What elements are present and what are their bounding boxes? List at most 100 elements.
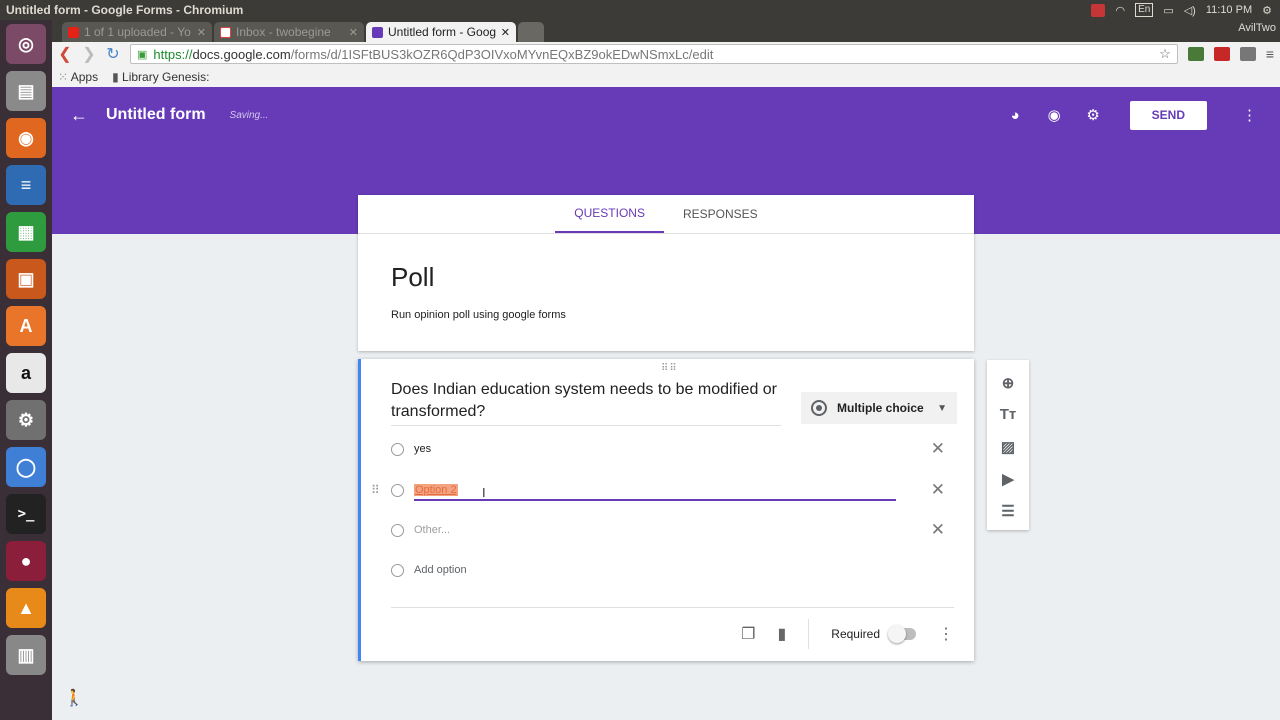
wifi-icon[interactable]: ◠ bbox=[1115, 4, 1125, 17]
extension-icon[interactable] bbox=[1213, 47, 1230, 61]
add-option-row[interactable]: Add option bbox=[391, 559, 951, 581]
back-arrow-icon[interactable]: ← bbox=[52, 105, 106, 126]
battery-icon[interactable]: ▭ bbox=[1163, 4, 1173, 17]
option-input[interactable]: Option 2 bbox=[414, 484, 458, 496]
bookmark-icon: ▮ bbox=[112, 69, 123, 84]
close-tab-icon[interactable]: ✕ bbox=[501, 26, 510, 39]
duplicate-icon[interactable]: ❐ bbox=[741, 624, 755, 644]
bookmark-star-icon[interactable]: ☆ bbox=[1159, 46, 1171, 62]
browser-tab-youtube[interactable]: 1 of 1 uploaded - Yo ✕ bbox=[62, 22, 212, 42]
settings-gear-icon[interactable]: ⚙ bbox=[1081, 103, 1106, 128]
question-card[interactable]: ⠿⠿ Does Indian education system needs to… bbox=[358, 359, 974, 661]
workspace-icon[interactable]: ▥ bbox=[6, 635, 46, 675]
bookmark-apps[interactable]: ⁙ Apps bbox=[58, 70, 98, 84]
volume-icon[interactable]: ◁) bbox=[1184, 4, 1196, 17]
url-host: docs.google.com bbox=[192, 46, 291, 62]
terminal-icon[interactable]: >_ bbox=[6, 494, 46, 534]
files-icon[interactable]: ▤ bbox=[6, 71, 46, 111]
remove-option-icon[interactable]: ✕ bbox=[931, 439, 945, 459]
form-tabs: QUESTIONS RESPONSES bbox=[358, 195, 974, 234]
profile-name[interactable]: AvilTwo bbox=[1238, 22, 1276, 34]
vlc-icon[interactable]: ▲ bbox=[6, 588, 46, 628]
url-scheme: https:// bbox=[153, 46, 193, 62]
tab-label: Inbox - twobegine bbox=[236, 25, 331, 39]
bookmarks-bar: ⁙ Apps ▮ Library Genesis: bbox=[52, 66, 1280, 87]
system-top-bar: Untitled form - Google Forms - Chromium … bbox=[0, 0, 1280, 20]
close-tab-icon[interactable]: ✕ bbox=[349, 26, 358, 39]
apps-grid-icon: ⁙ bbox=[58, 69, 71, 84]
calc-icon[interactable]: ▦ bbox=[6, 212, 46, 252]
form-doc-title[interactable]: Untitled form bbox=[106, 106, 206, 124]
software-center-icon[interactable]: A bbox=[6, 306, 46, 346]
remove-option-icon[interactable]: ✕ bbox=[931, 480, 945, 500]
forward-arrow-icon[interactable]: ❯ bbox=[82, 44, 96, 64]
required-control[interactable]: Required bbox=[831, 624, 916, 643]
option-row[interactable]: yes ✕ bbox=[391, 438, 951, 460]
add-title-icon[interactable]: Tт bbox=[997, 404, 1019, 425]
form-title[interactable]: Poll bbox=[391, 262, 941, 293]
form-description[interactable]: Run opinion poll using google forms bbox=[391, 309, 941, 321]
preview-eye-icon[interactable]: ◉ bbox=[1042, 103, 1067, 128]
browser-tab-forms[interactable]: Untitled form - Goog ✕ bbox=[366, 22, 516, 42]
address-bar[interactable]: ▣ https://docs.google.com/forms/d/1ISFtB… bbox=[130, 44, 1178, 64]
forms-header: ← Untitled form Saving... ◕ ◉ ⚙ SEND ⋮ bbox=[52, 87, 1280, 143]
close-tab-icon[interactable]: ✕ bbox=[197, 26, 206, 39]
new-tab-button[interactable] bbox=[518, 22, 544, 42]
writer-icon[interactable]: ≡ bbox=[6, 165, 46, 205]
add-video-icon[interactable]: ▶ bbox=[997, 468, 1019, 489]
tab-questions[interactable]: QUESTIONS bbox=[555, 195, 664, 233]
required-label: Required bbox=[831, 626, 880, 641]
system-settings-icon[interactable]: ⚙ bbox=[6, 400, 46, 440]
indicator-icon[interactable] bbox=[1091, 3, 1106, 17]
ubuntu-dash-icon[interactable]: ◎ bbox=[6, 24, 46, 64]
bookmark-library-genesis[interactable]: ▮ Library Genesis: bbox=[112, 70, 209, 84]
option-row-active[interactable]: ⠿ Option 2 ✕ bbox=[371, 479, 951, 501]
option-label[interactable]: yes bbox=[414, 443, 431, 455]
menu-icon[interactable]: ≡ bbox=[1266, 46, 1274, 62]
palette-icon[interactable]: ◕ bbox=[1003, 103, 1028, 128]
radio-icon bbox=[391, 563, 404, 577]
lock-icon: ▣ bbox=[137, 48, 148, 61]
tab-responses[interactable]: RESPONSES bbox=[664, 195, 777, 233]
app-icon[interactable]: ● bbox=[6, 541, 46, 581]
add-option-link[interactable]: Add option bbox=[414, 564, 467, 576]
question-type-dropdown[interactable]: Multiple choice ▼ bbox=[801, 392, 957, 424]
tab-strip: 1 of 1 uploaded - Yo ✕ Inbox - twobegine… bbox=[52, 20, 1280, 42]
extension-icon[interactable] bbox=[1239, 47, 1256, 61]
back-arrow-icon[interactable]: ❮ bbox=[58, 44, 72, 64]
system-tray: ◠ En ▭ ◁) 11:10 PM ⚙ bbox=[1091, 3, 1280, 17]
more-vert-icon[interactable]: ⋮ bbox=[938, 624, 954, 644]
tab-label: 1 of 1 uploaded - Yo bbox=[84, 25, 191, 39]
window-title: Untitled form - Google Forms - Chromium bbox=[6, 3, 244, 17]
drag-handle-icon[interactable]: ⠿ bbox=[371, 483, 380, 497]
question-footer: ❐ ▮ Required ⋮ bbox=[391, 607, 954, 659]
chromium-icon[interactable]: ◯ bbox=[6, 447, 46, 487]
required-toggle[interactable] bbox=[888, 624, 916, 643]
toolbar: ❮ ❯ ↻ ▣ https://docs.google.com/forms/d/… bbox=[52, 42, 1280, 66]
text-cursor-icon: I bbox=[482, 485, 486, 500]
question-title[interactable]: Does Indian education system needs to be… bbox=[391, 379, 781, 426]
settings-gear-icon[interactable]: ⚙ bbox=[1262, 4, 1272, 17]
add-question-icon[interactable]: ⊕ bbox=[997, 372, 1019, 393]
reload-icon[interactable]: ↻ bbox=[106, 44, 120, 64]
delete-trash-icon[interactable]: ▮ bbox=[777, 624, 786, 644]
remove-option-icon[interactable]: ✕ bbox=[931, 520, 945, 540]
other-option-placeholder[interactable]: Other... bbox=[414, 524, 450, 536]
more-vert-icon[interactable]: ⋮ bbox=[1237, 103, 1262, 128]
form-title-section: Poll Run opinion poll using google forms bbox=[358, 234, 974, 351]
send-button[interactable]: SEND bbox=[1129, 100, 1207, 130]
amazon-icon[interactable]: a bbox=[6, 353, 46, 393]
impress-icon[interactable]: ▣ bbox=[6, 259, 46, 299]
gmail-icon bbox=[220, 26, 231, 38]
drag-handle-icon[interactable]: ⠿⠿ bbox=[661, 363, 678, 374]
add-image-icon[interactable]: ▨ bbox=[997, 436, 1019, 457]
keyboard-layout[interactable]: En bbox=[1135, 3, 1154, 17]
firefox-icon[interactable]: ◉ bbox=[6, 118, 46, 158]
radio-button-icon bbox=[811, 400, 827, 416]
browser-tab-gmail[interactable]: Inbox - twobegine ✕ bbox=[214, 22, 364, 42]
add-section-icon[interactable]: ☰ bbox=[997, 500, 1019, 521]
accessibility-icon: 🚶 bbox=[64, 690, 84, 707]
clock[interactable]: 11:10 PM bbox=[1206, 4, 1252, 16]
extension-icon[interactable] bbox=[1187, 47, 1204, 61]
option-row-other[interactable]: Other... ✕ bbox=[391, 519, 951, 541]
